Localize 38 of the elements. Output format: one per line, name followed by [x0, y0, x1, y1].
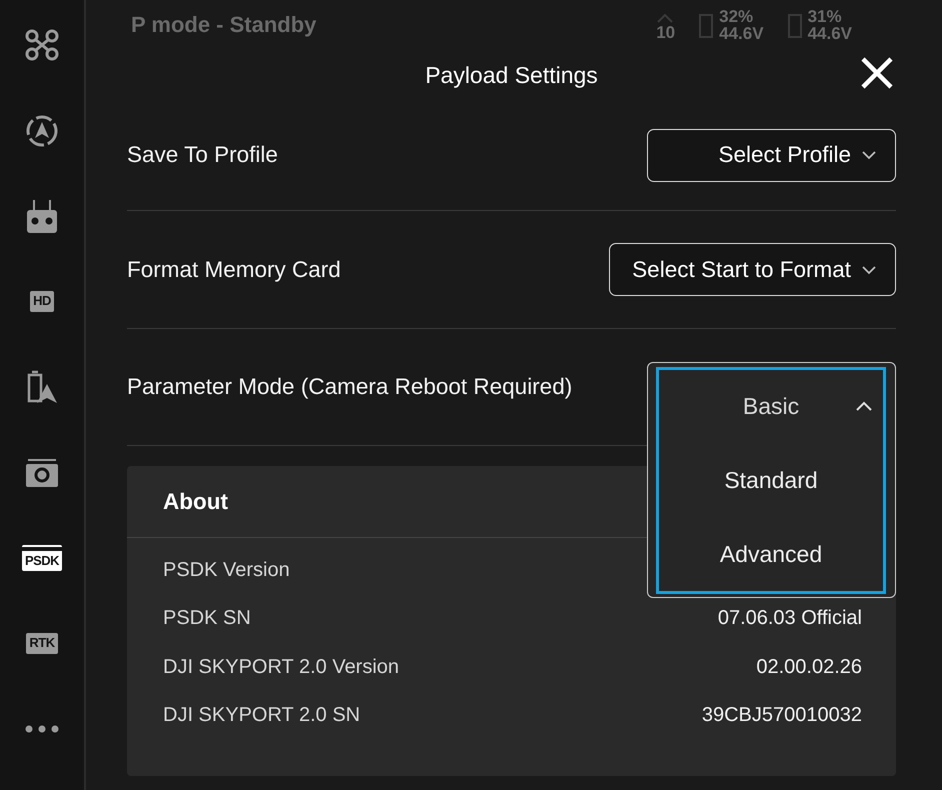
drone-icon[interactable]: [25, 29, 59, 61]
about-title: About: [163, 488, 228, 514]
camera-icon[interactable]: [25, 458, 59, 488]
battery-voltage: 44.6V: [719, 25, 764, 42]
select-dropdown[interactable]: Select Start to Format: [609, 243, 896, 296]
flight-mode: P mode - Standby: [131, 12, 318, 38]
satellite-count: 10: [656, 24, 676, 40]
more-icon[interactable]: [25, 725, 59, 733]
dropdown-option[interactable]: Standard: [659, 444, 883, 518]
battery-percent: 31%: [808, 8, 843, 25]
caret-icon: [855, 400, 873, 412]
setting-label: Format Memory Card: [127, 256, 341, 282]
info-value: 02.00.02.26: [756, 656, 862, 679]
battery-icon: [788, 12, 802, 38]
sidebar-tab[interactable]: RTK: [26, 633, 58, 654]
dropdown-option[interactable]: Advanced: [659, 517, 883, 592]
navigation-icon[interactable]: [25, 114, 59, 148]
sidebar-tab[interactable]: PSDK: [22, 544, 62, 572]
info-value: 39CBJ570010032: [702, 704, 862, 728]
battery-percent: 32%: [719, 8, 754, 25]
info-value: 07.06.03 Official: [718, 607, 862, 630]
remote-controller-icon[interactable]: [26, 198, 58, 234]
dialog-title: Payload Settings: [425, 62, 598, 88]
sidebar-tab[interactable]: HD: [30, 291, 54, 312]
chevron-down-icon: [861, 150, 877, 160]
info-label: DJI SKYPORT 2.0 Version: [163, 656, 400, 679]
battery-icon[interactable]: [26, 370, 58, 404]
info-label: DJI SKYPORT 2.0 SN: [163, 704, 360, 728]
info-label: PSDK Version: [163, 558, 290, 582]
info-label: PSDK SN: [163, 607, 251, 630]
dropdown-option[interactable]: Basic: [659, 370, 883, 444]
setting-label: Parameter Mode (Camera Reboot Required): [127, 374, 572, 400]
chevron-down-icon: [861, 264, 877, 274]
close-button[interactable]: [860, 56, 894, 90]
setting-label: Save To Profile: [127, 142, 278, 168]
select-dropdown[interactable]: Select Profile: [647, 128, 896, 182]
battery-icon: [699, 12, 714, 38]
battery-voltage: 44.6V: [808, 25, 852, 42]
